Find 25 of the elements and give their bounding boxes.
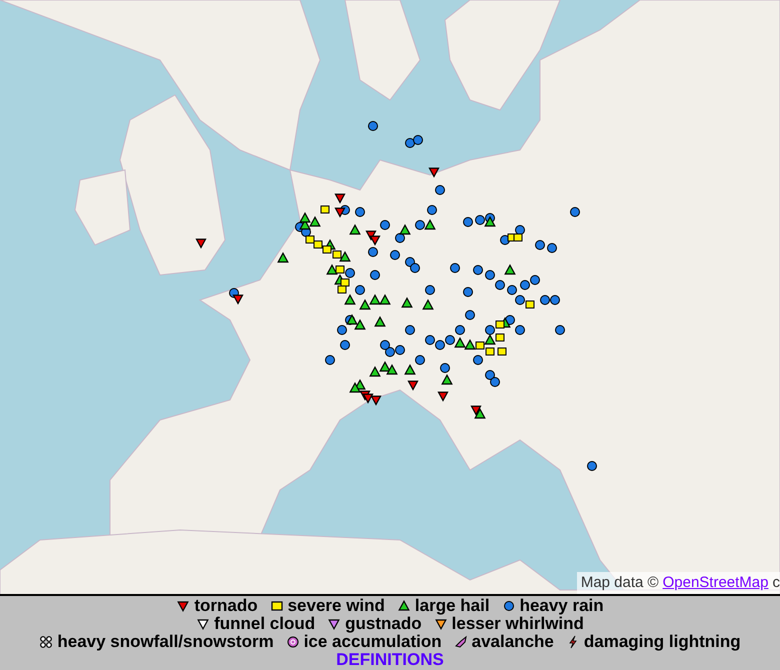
legend-label: gustnado: [345, 615, 422, 633]
legend-label: large hail: [414, 597, 490, 615]
legend-label: funnel cloud: [214, 615, 316, 633]
legend-label: severe wind: [288, 597, 385, 615]
gustnado-symbol-icon: [327, 617, 342, 631]
tornado-symbol-icon: [176, 599, 190, 613]
rain-symbol-icon: [502, 599, 516, 613]
funnel-symbol-icon: [196, 617, 210, 631]
legend-label: damaging lightning: [584, 633, 741, 651]
wind-symbol-icon: [270, 599, 284, 613]
openstreetmap-link[interactable]: OpenStreetMap: [662, 572, 768, 594]
attribution-text: Map data ©: [580, 572, 659, 592]
snow-symbol-icon: [39, 635, 54, 649]
definitions-link[interactable]: DEFINITIONS: [336, 651, 444, 669]
legend-label: tornado: [194, 597, 258, 615]
legend-label: ice accumulation: [304, 633, 442, 651]
legend-label: heavy snowfall/snowstorm: [57, 633, 274, 651]
hail-symbol-icon: [396, 599, 411, 613]
legend-label: lesser whirlwind: [452, 615, 584, 633]
ice-symbol-icon: [286, 635, 300, 649]
attribution-text: c: [772, 572, 780, 592]
avalanche-symbol-icon: [454, 635, 468, 649]
whirlwind-symbol-icon: [434, 617, 448, 631]
legend-label: avalanche: [472, 633, 554, 651]
legend-label: heavy rain: [520, 597, 604, 615]
